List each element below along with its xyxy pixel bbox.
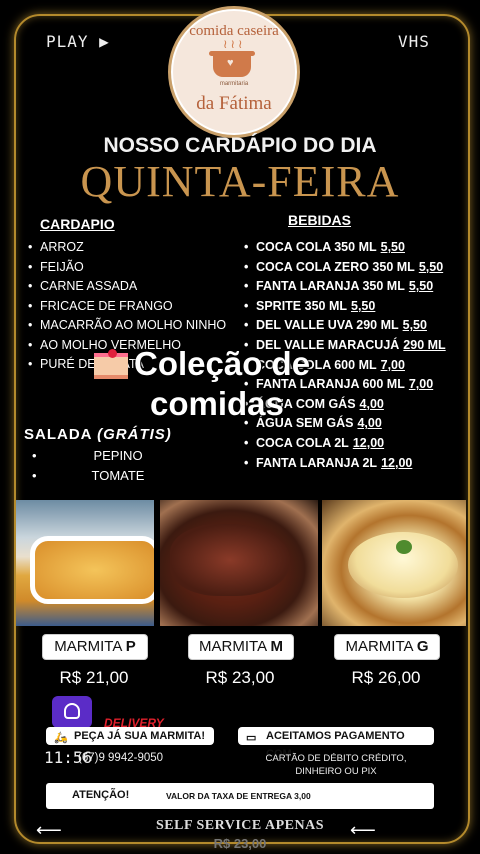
weekday-title: QUINTA-FEIRA [80,157,400,206]
photo-mashed-potato [322,500,466,626]
salad-title: SALADA [24,426,92,443]
food-item: MACARRÃO AO MOLHO NINHO [28,316,244,336]
logo-small-text: marmitaria [219,81,249,87]
phone-number[interactable]: (67)9 9942-9050 [78,752,163,764]
restaurant-logo: comida caseira ≀≀≀ ♥ marmitaria da Fátim… [168,6,300,138]
drink-item: COCA COLA 350 ML5,50 [244,238,476,258]
drink-price: 12,00 [352,435,385,450]
drink-name: SPRITE 350 ML [256,298,347,313]
vhs-play-label: PLAY ▶ [46,32,110,51]
drink-name: COCA COLA 2L [256,435,349,450]
scooter-icon: 🛵 [54,732,68,744]
drink-name: DEL VALLE UVA 290 ML [256,318,399,333]
drink-item: SPRITE 350 ML 5,50 [244,297,476,317]
salad-section-title: SALADA (GRÁTIS) [24,426,172,443]
salad-item: TOMATE [28,466,208,486]
drink-price: 5,50 [351,298,376,313]
delivery-app-icon[interactable] [52,696,92,728]
drink-item: COCA COLA 2L12,00 [244,434,476,454]
food-section-title: CARDAPIO [40,216,115,232]
warning-text: VALOR DA TAXA DE ENTREGA 3,00 [166,791,311,801]
delivery-fee-notice: ATENÇÃO! VALOR DA TAXA DE ENTREGA 3,00 [46,783,434,809]
menu-heading: NOSSO CARDÁPIO DO DIA [103,134,377,157]
drink-price: 12,00 [381,455,413,470]
drink-name: COCA COLA ZERO 350 ML [256,259,415,274]
drink-name: FANTA LARANJA 350 ML [256,279,405,294]
food-item: FEIJÃO [28,258,244,278]
salad-item: PEPINO [28,446,208,466]
collection-overlay-caption: Coleção de comidas [94,344,414,424]
food-item: FRICACE DE FRANGO [28,297,244,317]
salad-list: PEPINO TOMATE [28,446,208,485]
drink-price: 5,50 [418,259,444,274]
price-p: R$ 21,00 [59,668,129,687]
drink-item: FANTA LARANJA 2L12,00 [244,454,476,474]
food-item: ARROZ [28,238,244,258]
price-g: R$ 26,00 [351,668,421,687]
drink-name: COCA COLA 350 ML [256,240,377,254]
logo-bottom-text: da Fátima [196,93,272,114]
order-now-label: 🛵 PEÇA JÁ SUA MARMITA! [46,727,214,745]
size-badge-g: MARMITA G [334,634,440,660]
card-icon: ▭ [246,732,257,744]
payment-label: ▭ ACEITAMOS PAGAMENTO COM: [238,727,434,760]
photo-gratin [16,500,154,626]
payment-methods: CARTÃO DE DÉBITO CRÉDITO, DINHEIRO OU PI… [265,753,407,777]
salad-free-label: (GRÁTIS) [97,426,172,443]
photo-roast-meat [160,500,318,626]
price-m: R$ 23,00 [205,668,275,687]
size-badge-p: MARMITA P [42,634,148,660]
drink-item: FANTA LARANJA 350 ML5,50 [244,277,476,297]
footer-banner: SELF SERVICE APENAS [156,818,324,833]
caption-line2: comidas [150,385,284,422]
drink-item: DEL VALLE UVA 290 ML5,50 [244,316,476,336]
footer-partial-price: R$ 23,00 [213,836,267,851]
steam-icon: ≀≀≀ [223,37,246,51]
drinks-section-title: BEBIDAS [288,212,352,228]
drink-item: COCA COLA ZERO 350 ML5,50 [244,258,476,278]
warning-title: ATENÇÃO! [72,789,130,801]
size-badge-m: MARMITA M [188,634,294,660]
cake-slice-icon [94,349,128,379]
food-item: CARNE ASSADA [28,277,244,297]
drink-price: 5,50 [380,240,405,254]
caption-line1: Coleção de [134,345,311,382]
heart-icon: ♥ [227,57,234,69]
drink-name: FANTA LARANJA 2L [256,455,378,470]
drink-price: 5,50 [408,279,434,294]
vhs-format-label: VHS [398,32,430,51]
drink-price: 5,50 [402,318,427,333]
